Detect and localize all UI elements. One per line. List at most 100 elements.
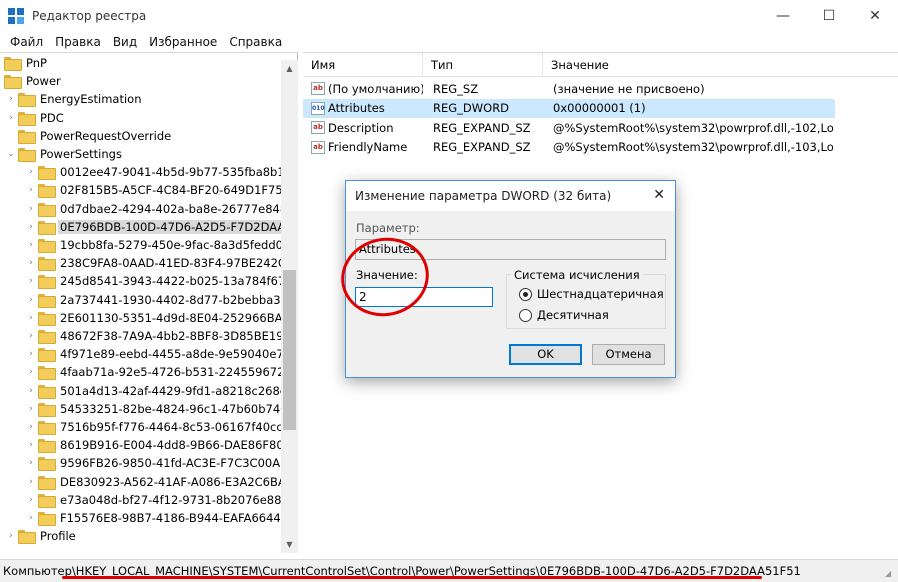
cancel-button[interactable]: Отмена (592, 344, 665, 365)
chevron-right-icon[interactable]: › (24, 258, 38, 268)
chevron-right-icon[interactable]: › (24, 240, 38, 250)
tree-item[interactable]: PnP (0, 54, 49, 72)
folder-icon (38, 439, 56, 454)
value-name: FriendlyName (328, 140, 408, 154)
folder-icon (4, 75, 22, 90)
tree-item-label: DE830923-A562-41AF-A086-E3A2C6BAD2DA (60, 474, 298, 489)
chevron-right-icon[interactable]: › (24, 367, 38, 377)
chevron-right-icon[interactable]: › (4, 94, 18, 104)
tree-item[interactable]: PowerRequestOverride (4, 127, 173, 145)
tree-item[interactable]: › e73a048d-bf27-4f12-9731-8b2076e8891f (24, 491, 297, 509)
value-row[interactable]: 010 Attributes REG_DWORD 0x00000001 (1) (303, 98, 835, 118)
tree-item[interactable]: › Profile (4, 527, 78, 545)
resize-grip-icon[interactable]: ◢ (885, 569, 895, 579)
chevron-right-icon[interactable]: › (24, 349, 38, 359)
chevron-right-icon[interactable]: › (24, 495, 38, 505)
tree-item-label: 238C9FA8-0AAD-41ED-83F4-97BE242C8F20 (60, 256, 298, 271)
tree-item-label: 02F815B5-A5CF-4C84-BF20-649D1F75D3D8 (60, 183, 298, 198)
chevron-right-icon[interactable]: › (24, 458, 38, 468)
column-name-header[interactable]: Имя (303, 53, 423, 77)
dialog-title-bar: Изменение параметра DWORD (32 бита) ✕ (346, 181, 675, 211)
chevron-right-icon[interactable]: › (24, 204, 38, 214)
maximize-button[interactable]: ☐ (806, 0, 852, 32)
chevron-right-icon[interactable]: › (24, 295, 38, 305)
chevron-right-icon[interactable]: › (4, 531, 18, 541)
radio-hexadecimal[interactable]: Шестнадцатеричная (519, 287, 664, 301)
chevron-right-icon[interactable]: › (24, 404, 38, 414)
chevron-right-icon[interactable]: › (24, 440, 38, 450)
tree-scrollbar[interactable]: ▲ ▼ (281, 60, 298, 553)
radio-decimal[interactable]: Десятичная (519, 308, 609, 322)
close-button[interactable]: ✕ (852, 0, 898, 32)
tree-item[interactable]: › 245d8541-3943-4422-b025-13a784f679b7 (24, 272, 297, 290)
tree-item-label: 2E601130-5351-4d9d-8E04-252966BAD054 (60, 310, 298, 325)
tree-item[interactable]: › 0E796BDB-100D-47D6-A2D5-F7D2DAA51F51 (24, 218, 297, 236)
tree-item[interactable]: › 238C9FA8-0AAD-41ED-83F4-97BE242C8F20 (24, 254, 298, 272)
chevron-right-icon[interactable]: › (24, 331, 38, 341)
chevron-right-icon[interactable]: › (4, 113, 18, 123)
chevron-right-icon[interactable]: › (24, 276, 38, 286)
tree-item[interactable]: › DE830923-A562-41AF-A086-E3A2C6BAD2DA (24, 473, 298, 491)
registry-tree[interactable]: PnP Power › EnergyEstimation › PDC PowerReques… (0, 52, 298, 553)
column-type-header[interactable]: Тип (423, 53, 543, 77)
list-header: Имя Тип Значение (303, 53, 898, 77)
tree-item[interactable]: › 19cbb8fa-5279-450e-9fac-8a3d5fedd0c1 (24, 236, 297, 254)
chevron-right-icon[interactable]: › (24, 185, 38, 195)
scroll-down-arrow-icon[interactable]: ▼ (281, 536, 298, 553)
tree-item[interactable]: › 0012ee47-9041-4b5d-9b77-535fba8b1442 (24, 163, 297, 181)
chevron-right-icon[interactable]: › (24, 167, 38, 177)
chevron-right-icon[interactable]: › (24, 513, 38, 523)
folder-icon (38, 184, 56, 199)
chevron-right-icon[interactable]: › (24, 313, 38, 323)
chevron-right-icon[interactable]: › (24, 386, 38, 396)
column-value-header[interactable]: Значение (543, 53, 888, 77)
menu-help[interactable]: Справка (223, 35, 288, 49)
value-name: Attributes (328, 101, 385, 115)
chevron-down-icon[interactable]: ⌄ (4, 149, 18, 159)
tree-item[interactable]: › 48672F38-7A9A-4bb2-8BF8-3D85BE19DE4E (24, 327, 297, 345)
chevron-right-icon[interactable]: › (24, 222, 38, 232)
tree-item[interactable]: › 2E601130-5351-4d9d-8E04-252966BAD054 (24, 309, 298, 327)
value-type: REG_SZ (433, 81, 479, 96)
tree-item-label: 19cbb8fa-5279-450e-9fac-8a3d5fedd0c1 (60, 238, 297, 252)
chevron-right-icon[interactable]: › (24, 477, 38, 487)
value-row[interactable]: ab Description REG_EXPAND_SZ @%SystemRoot%\… (303, 118, 835, 137)
scrollbar-thumb[interactable] (283, 270, 296, 430)
value-type: REG_DWORD (433, 101, 510, 115)
value-row[interactable]: ab FriendlyName REG_EXPAND_SZ @%SystemRoot%… (303, 138, 835, 157)
tree-item[interactable]: › F15576E8-98B7-4186-B944-EAFA664402D9 (24, 509, 297, 527)
menu-file[interactable]: Файл (4, 35, 49, 49)
value-row[interactable]: ab (По умолчанию) REG_SZ (значение не присв… (303, 79, 835, 98)
tree-item-label: 0d7dbae2-4294-402a-ba8e-26777e8488cd (60, 201, 298, 216)
tree-item[interactable]: › 9596FB26-9850-41fd-AC3E-F7C3C00AFD4B (24, 454, 297, 472)
ok-button[interactable]: OK (509, 344, 582, 365)
tree-item[interactable]: › 4faab71a-92e5-4726-b531-224559672d19 (24, 363, 297, 381)
tree-item[interactable]: › 4f971e89-eebd-4455-a8de-9e59040e7347 (24, 345, 297, 363)
menu-edit[interactable]: Правка (49, 35, 107, 49)
tree-item[interactable]: Power (0, 72, 63, 90)
folder-icon (38, 220, 56, 235)
radio-checked-icon[interactable] (519, 287, 532, 301)
radio-unchecked-icon[interactable] (519, 308, 532, 322)
folder-icon (38, 384, 56, 399)
tree-item[interactable]: › EnergyEstimation (4, 90, 144, 108)
tree-item-label: 0E796BDB-100D-47D6-A2D5-F7D2DAA51F51 (58, 219, 297, 234)
tree-item[interactable]: ⌄ PowerSettings (4, 145, 124, 163)
tree-item[interactable]: › PDC (4, 109, 66, 127)
tree-item[interactable]: › 7516b95f-f776-4464-8c53-06167f40cc99 (24, 418, 297, 436)
menu-view[interactable]: Вид (107, 35, 143, 49)
minimize-button[interactable]: — (760, 0, 806, 32)
value-data: @%SystemRoot%\system32\powrprof.dll,-102… (553, 120, 833, 135)
tree-item[interactable]: › 0d7dbae2-4294-402a-ba8e-26777e8488cd (24, 200, 298, 218)
scroll-up-arrow-icon[interactable]: ▲ (281, 60, 298, 77)
menu-favorites[interactable]: Избранное (143, 35, 223, 49)
value-type: REG_EXPAND_SZ (433, 120, 531, 135)
value-data: @%SystemRoot%\system32\powrprof.dll,-103… (553, 140, 833, 154)
chevron-right-icon[interactable]: › (24, 422, 38, 432)
tree-item[interactable]: › 2a737441-1930-4402-8d77-b2bebba308a3 (24, 291, 297, 309)
tree-item[interactable]: › 501a4d13-42af-4429-9fd1-a8218c268e20 (24, 382, 297, 400)
dialog-close-icon[interactable]: ✕ (653, 187, 665, 203)
tree-item[interactable]: › 54533251-82be-4824-96c1-47b60b740d00 (24, 400, 297, 418)
tree-item[interactable]: › 02F815B5-A5CF-4C84-BF20-649D1F75D3D8 (24, 181, 298, 199)
tree-item[interactable]: › 8619B916-E004-4dd8-9B66-DAE86F806698 (24, 436, 297, 454)
